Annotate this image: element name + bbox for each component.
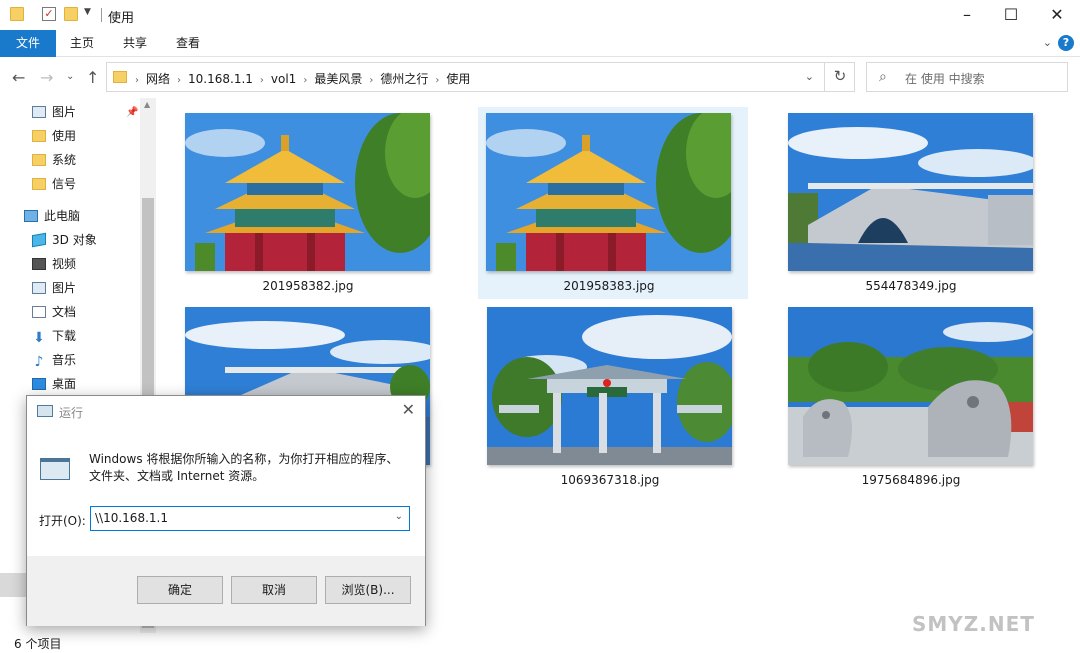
3d-objects-icon [32,232,46,248]
file-item[interactable]: 1975684896.jpg [780,301,1050,493]
sidebar-item-pictures-pc[interactable]: 图片 [32,277,76,299]
close-icon[interactable]: ✕ [402,400,415,419]
stone-lion-photo [788,307,1033,465]
sidebar-item-videos[interactable]: 视频 [32,253,76,275]
ribbon: 文件 主页 共享 查看 ⌄ ? [0,30,1080,57]
documents-icon [32,306,46,318]
dialog-title: 运行 [59,406,84,420]
tab-home[interactable]: 主页 [60,30,104,57]
sidebar-item-signal[interactable]: 信号 [32,173,76,195]
pin-icon[interactable]: 📌 [126,107,138,118]
ok-button[interactable]: 确定 [137,576,223,604]
music-icon: ♪ [34,354,44,370]
cancel-button[interactable]: 取消 [231,576,317,604]
window-title: 使用 [108,11,135,26]
tab-share[interactable]: 共享 [113,30,157,57]
new-folder-icon[interactable] [64,7,78,21]
up-button[interactable]: ↑ [86,68,99,87]
sidebar-item-downloads[interactable]: ⬇ 下载 [32,325,76,347]
pictures-icon [32,282,46,294]
folder-icon [32,154,46,166]
sidebar-item-desktop[interactable]: 桌面 [32,373,76,395]
sidebar-item-this-pc[interactable]: 此电脑 [24,205,80,227]
folder-icon [10,7,24,21]
open-input[interactable]: \\10.168.1.1 ⌄ [90,506,410,531]
folder-icon [32,130,46,142]
properties-icon[interactable]: ✓ [42,7,56,21]
scroll-up-icon[interactable]: ▲ [144,100,150,109]
item-count: 6 个项目 [14,637,62,651]
dialog-footer: 确定 取消 浏览(B)... [27,556,425,626]
divider [101,8,102,22]
search-placeholder: 在 使用 中搜索 [905,72,985,86]
memorial-gate-photo [487,307,732,465]
chevron-down-icon[interactable]: ⌄ [395,511,403,522]
search-input[interactable]: ⌕ 在 使用 中搜索 [866,62,1068,92]
breadcrumb-item[interactable]: 使用 [446,72,470,86]
sidebar-item-pictures[interactable]: 图片 [32,101,76,123]
file-name: 201958383.jpg [563,279,655,293]
folder-icon [113,71,127,83]
open-input-value: \\10.168.1.1 [95,511,168,525]
breadcrumb: › 网络 › 10.168.1.1 › vol1 › 最美风景 › 德州之行 › 使用 [135,72,471,86]
expand-ribbon-icon[interactable]: ⌄ [1043,36,1052,49]
run-icon [37,405,53,417]
breadcrumb-item[interactable]: 德州之行 [380,72,428,86]
video-icon [32,258,46,270]
sidebar-item-system[interactable]: 系统 [32,149,76,171]
desktop-icon [32,378,46,390]
address-bar[interactable]: › 网络 › 10.168.1.1 › vol1 › 最美风景 › 德州之行 › 使用 ⌄ [106,62,855,92]
folder-icon [32,178,46,190]
arch-bridge-photo [788,113,1033,271]
file-name: 201958382.jpg [262,279,354,293]
breadcrumb-item[interactable]: 最美风景 [314,72,362,86]
customize-toolbar-icon[interactable]: ▼ [84,7,98,21]
sidebar-item-music[interactable]: ♪ 音乐 [32,349,76,371]
computer-icon [24,210,38,222]
address-row: ← → ⌄ ↑ › 网络 › 10.168.1.1 › vol1 › 最美风景 › 德州之行 › 使用… [0,58,1080,98]
run-dialog: 运行 ✕ Windows 将根据你所输入的名称，为你打开相应的程序、文件夹、文档… [26,395,426,626]
title-bar: ✓ ▼ 使用 – ☐ ✕ [0,0,1080,30]
file-item[interactable]: 1069367318.jpg [479,301,749,493]
tab-view[interactable]: 查看 [166,30,210,57]
download-icon: ⬇ [33,330,45,346]
tab-file[interactable]: 文件 [0,30,56,57]
chevron-down-icon[interactable]: ⌄ [805,70,814,83]
file-name: 554478349.jpg [865,279,957,293]
file-name: 1975684896.jpg [861,473,961,487]
refresh-button[interactable]: ↻ [824,62,855,92]
open-label: 打开(O): [39,514,86,528]
browse-button[interactable]: 浏览(B)... [325,576,411,604]
dialog-description: Windows 将根据你所输入的名称，为你打开相应的程序、文件夹、文档或 Int… [89,452,399,483]
dialog-title-bar[interactable]: 运行 ✕ [27,396,425,426]
minimize-button[interactable]: – [944,0,990,30]
file-item[interactable]: 554478349.jpg [780,107,1050,299]
sidebar-item-documents[interactable]: 文档 [32,301,76,323]
watermark: SMYZ.NET [912,612,1035,636]
breadcrumb-item[interactable]: 10.168.1.1 [188,72,253,86]
sidebar-item-3d-objects[interactable]: 3D 对象 [32,229,97,251]
maximize-button[interactable]: ☐ [988,0,1034,30]
file-item-selected[interactable]: 201958383.jpg [478,107,748,299]
file-name: 1069367318.jpg [560,473,660,487]
help-icon[interactable]: ? [1058,35,1074,51]
sidebar-item-use[interactable]: 使用 [32,125,76,147]
file-item[interactable]: 201958382.jpg [177,107,447,299]
recent-locations-button[interactable]: ⌄ [66,71,74,82]
run-program-icon [40,458,70,480]
breadcrumb-item[interactable]: vol1 [271,72,296,86]
pictures-icon [32,106,46,118]
pavilion-photo [185,113,430,271]
status-bar: 6 个项目 [0,633,1080,653]
forward-button[interactable]: → [40,68,53,87]
back-button[interactable]: ← [12,68,25,87]
breadcrumb-item[interactable]: 网络 [146,72,170,86]
close-button[interactable]: ✕ [1034,0,1080,30]
pavilion-photo [486,113,731,271]
search-icon: ⌕ [879,69,887,85]
